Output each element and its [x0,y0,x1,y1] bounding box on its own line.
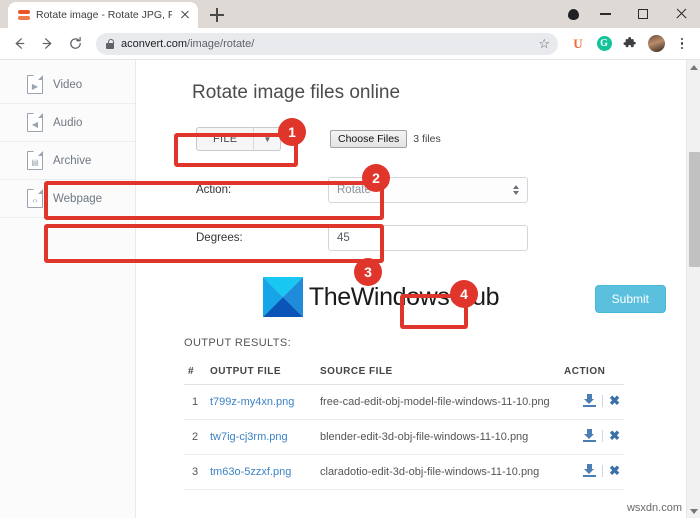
degrees-label: Degrees: [196,232,243,244]
sidebar-item-archive[interactable]: ▤ Archive [0,142,135,180]
source-file-name: free-cad-edit-obj-model-file-windows-11-… [316,384,560,420]
annotation-badge-4: 4 [450,280,478,308]
url-domain: aconvert.com [121,37,188,50]
table-row: 2 tw7ig-cj3rm.png blender-edit-3d-obj-fi… [184,419,624,455]
download-icon[interactable] [583,394,597,407]
back-icon[interactable] [6,31,32,57]
address-bar[interactable]: aconvert.com/image/rotate/ ☆ [96,32,558,55]
page-scrollbar[interactable] [686,60,700,518]
source-file-name: claradotio-edit-3d-obj-file-windows-11-1… [316,454,560,490]
chevron-down-icon: ▼ [263,134,272,144]
video-file-icon: ▶ [27,75,43,94]
archive-file-icon: ▤ [27,151,43,170]
row-number: 3 [184,454,206,490]
action-select[interactable]: Rotate [328,177,528,203]
file-source-value: FILE [213,133,238,145]
extensions-puzzle-icon[interactable] [618,32,642,56]
annotation-badge-2: 2 [362,164,390,192]
audio-file-icon: ◀ [27,113,43,132]
close-icon[interactable] [178,8,192,22]
file-count-label: 3 files [413,133,441,145]
new-tab-button[interactable] [204,2,230,28]
sidebar-item-label: Audio [53,116,83,129]
select-spinner-icon [513,185,519,195]
sidebar-item-audio[interactable]: ◀ Audio [0,104,135,142]
delete-x-icon[interactable]: ✖ [609,394,620,407]
output-results-table: # OUTPUT FILE SOURCE FILE ACTION 1 t799z… [184,359,624,490]
degrees-row: Degrees: 45 [184,221,686,255]
output-file-link[interactable]: tw7ig-cj3rm.png [210,431,288,443]
table-row: 1 t799z-my4xn.png free-cad-edit-obj-mode… [184,384,624,420]
category-sidebar: ▶ Video ◀ Audio ▤ Archive ‹› Webpage [0,60,136,518]
window-controls [560,0,700,28]
browser-window: Rotate image - Rotate JPG, PNG, aconvert… [0,0,700,518]
sidebar-item-webpage[interactable]: ‹› Webpage [0,180,135,218]
aconvert-favicon [18,9,30,21]
delete-x-icon[interactable]: ✖ [609,464,620,477]
file-source-row: FILE ▼ : Choose Files 3 files [184,122,686,156]
row-number: 2 [184,419,206,455]
tab-strip: Rotate image - Rotate JPG, PNG, [0,0,700,28]
url-path: /image/rotate/ [187,37,255,50]
action-row: Action: Rotate [184,173,686,207]
output-file-link[interactable]: tm63o-5zzxf.png [210,466,291,478]
url-text: aconvert.com/image/rotate/ [121,38,550,50]
sidebar-item-label: Webpage [53,192,103,205]
browser-menu-icon[interactable] [670,32,694,56]
download-icon[interactable] [583,429,597,442]
page-viewport: ▶ Video ◀ Audio ▤ Archive ‹› Webpage Rot… [0,60,700,518]
forward-icon[interactable] [34,31,60,57]
wsxdn-watermark: wsxdn.com [626,502,682,514]
heart-icon[interactable] [560,0,586,28]
sidebar-item-label: Archive [53,154,92,167]
grammarly-icon[interactable]: G [592,32,616,56]
minimize-button[interactable] [586,0,624,28]
table-header-row: # OUTPUT FILE SOURCE FILE ACTION [184,359,624,385]
degrees-input[interactable]: 45 [328,225,528,251]
scrollbar-thumb[interactable] [688,152,700,267]
tab-title: Rotate image - Rotate JPG, PNG, [36,9,172,21]
annotation-badge-3: 3 [354,258,382,286]
action-label: Action: [196,184,232,196]
annotation-badge-1: 1 [278,118,306,146]
file-picker[interactable]: Choose Files 3 files [330,130,441,148]
row-number: 1 [184,384,206,420]
download-icon[interactable] [583,464,597,477]
scroll-up-icon[interactable] [687,60,700,74]
browser-tab-active[interactable]: Rotate image - Rotate JPG, PNG, [8,2,198,28]
column-header-action: ACTION [560,359,624,385]
sidebar-item-video[interactable]: ▶ Video [0,66,135,104]
scroll-down-icon[interactable] [687,504,700,518]
source-file-name: blender-edit-3d-obj-file-windows-11-10.p… [316,419,560,455]
main-content: Rotate image files online FILE ▼ : Choos… [136,60,686,518]
file-source-dropdown[interactable]: FILE ▼ [196,127,282,151]
output-results-heading: OUTPUT RESULTS: [184,337,292,349]
window-close-button[interactable] [662,0,700,28]
sidebar-item-label: Video [53,78,83,91]
ublock-origin-icon[interactable]: U [566,32,590,56]
delete-x-icon[interactable]: ✖ [609,429,620,442]
table-row: 3 tm63o-5zzxf.png claradotio-edit-3d-obj… [184,454,624,490]
choose-files-button[interactable]: Choose Files [330,130,408,148]
column-header-num: # [184,359,206,385]
bookmark-star-icon[interactable]: ☆ [538,36,550,52]
submit-button[interactable]: Submit [594,285,666,313]
output-file-link[interactable]: t799z-my4xn.png [210,396,294,408]
degrees-input-value: 45 [337,232,350,244]
browser-toolbar: aconvert.com/image/rotate/ ☆ U G [0,28,700,60]
column-header-source-file: SOURCE FILE [316,359,560,385]
webpage-file-icon: ‹› [27,189,43,208]
column-header-output-file: OUTPUT FILE [206,359,316,385]
reload-icon[interactable] [62,31,88,57]
profile-avatar[interactable] [644,32,668,56]
page-title: Rotate image files online [192,82,401,103]
windows-club-mark-icon [262,277,303,317]
maximize-button[interactable] [624,0,662,28]
lock-icon [106,38,115,49]
